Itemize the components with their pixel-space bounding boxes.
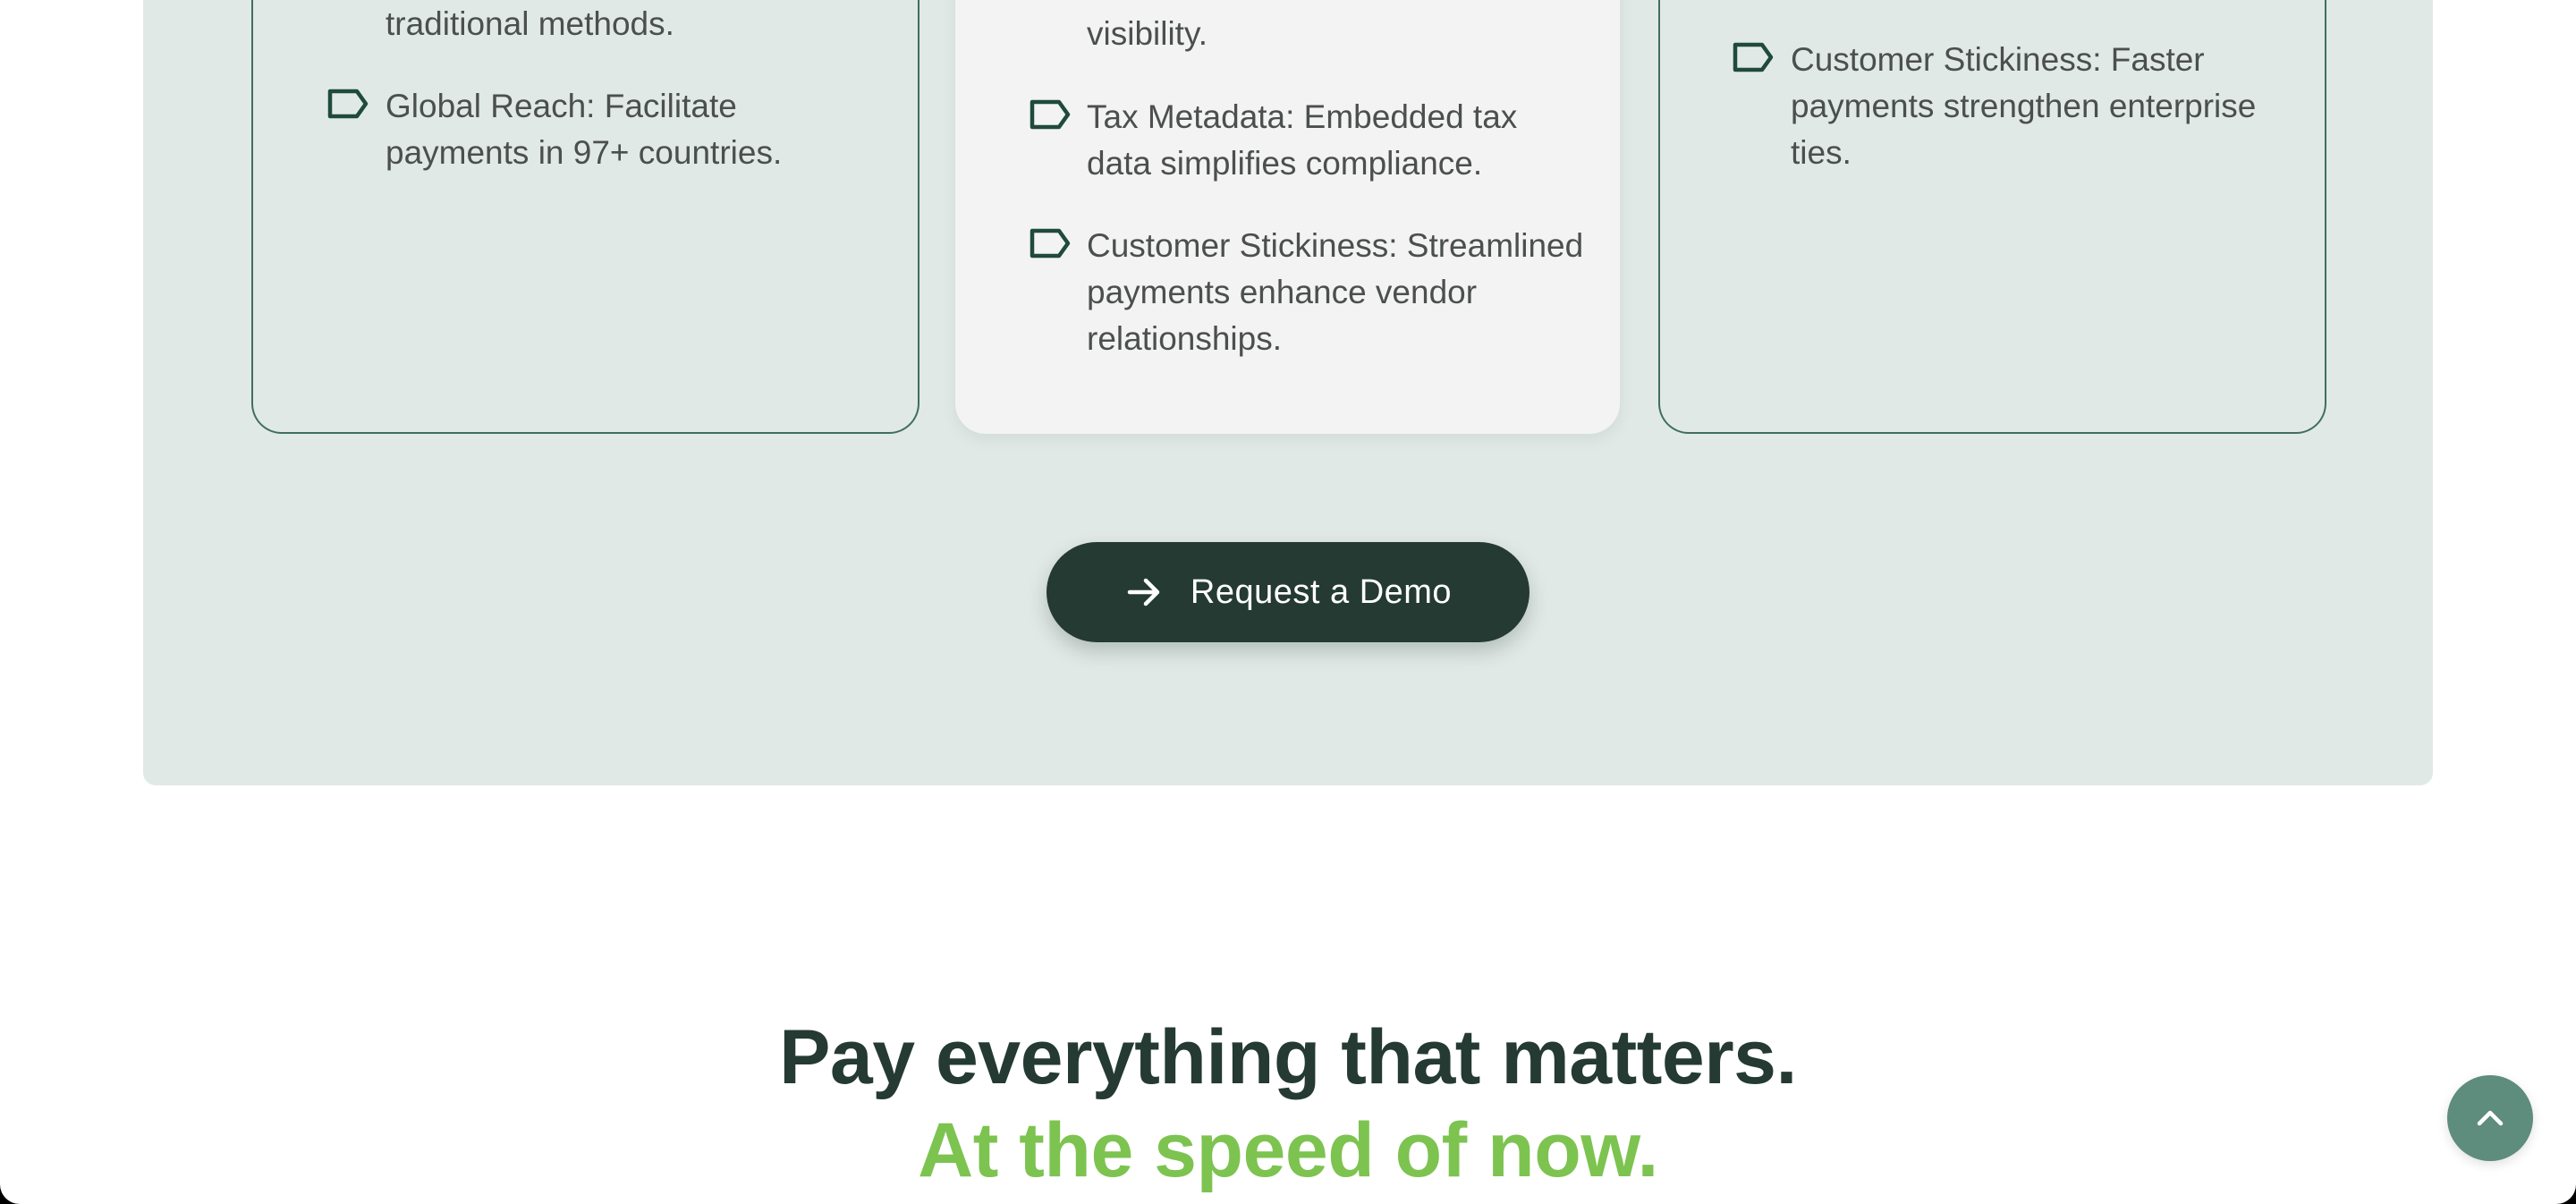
features-panel: traditional methods. Global Reach: Facil… — [143, 0, 2433, 785]
request-demo-button[interactable]: Request a Demo — [1046, 542, 1530, 642]
list-item-text: Customer Stickiness: Streamlined payment… — [1087, 227, 1584, 357]
list-item-text: Customer Stickiness: Faster payments str… — [1791, 41, 2257, 171]
tag-icon — [1732, 39, 1775, 75]
list-item-text: traditional methods. — [386, 5, 674, 42]
tag-icon — [326, 86, 369, 122]
feature-card-2: visibility. Tax Metadata: Embedded tax d… — [955, 0, 1620, 434]
tag-icon — [1029, 225, 1072, 261]
arrow-right-icon — [1127, 578, 1160, 606]
list-item-text: visibility. — [1087, 15, 1208, 52]
chevron-up-icon — [2477, 1110, 2504, 1126]
list-item-text: Global Reach: Facilitate payments in 97+… — [386, 88, 783, 171]
tag-icon — [1029, 97, 1072, 132]
scroll-to-top-button[interactable] — [2447, 1075, 2533, 1161]
headline-secondary: At the speed of now. — [918, 1107, 1658, 1193]
feature-card-1: traditional methods. Global Reach: Facil… — [251, 0, 919, 434]
page: traditional methods. Global Reach: Facil… — [0, 0, 2576, 1204]
request-demo-label: Request a Demo — [1190, 572, 1453, 611]
feature-card-3: Customer Stickiness: Faster payments str… — [1658, 0, 2326, 434]
list-item-text: Tax Metadata: Embedded tax data simplifi… — [1087, 98, 1518, 182]
headline-primary: Pay everything that matters. — [779, 1014, 1797, 1100]
